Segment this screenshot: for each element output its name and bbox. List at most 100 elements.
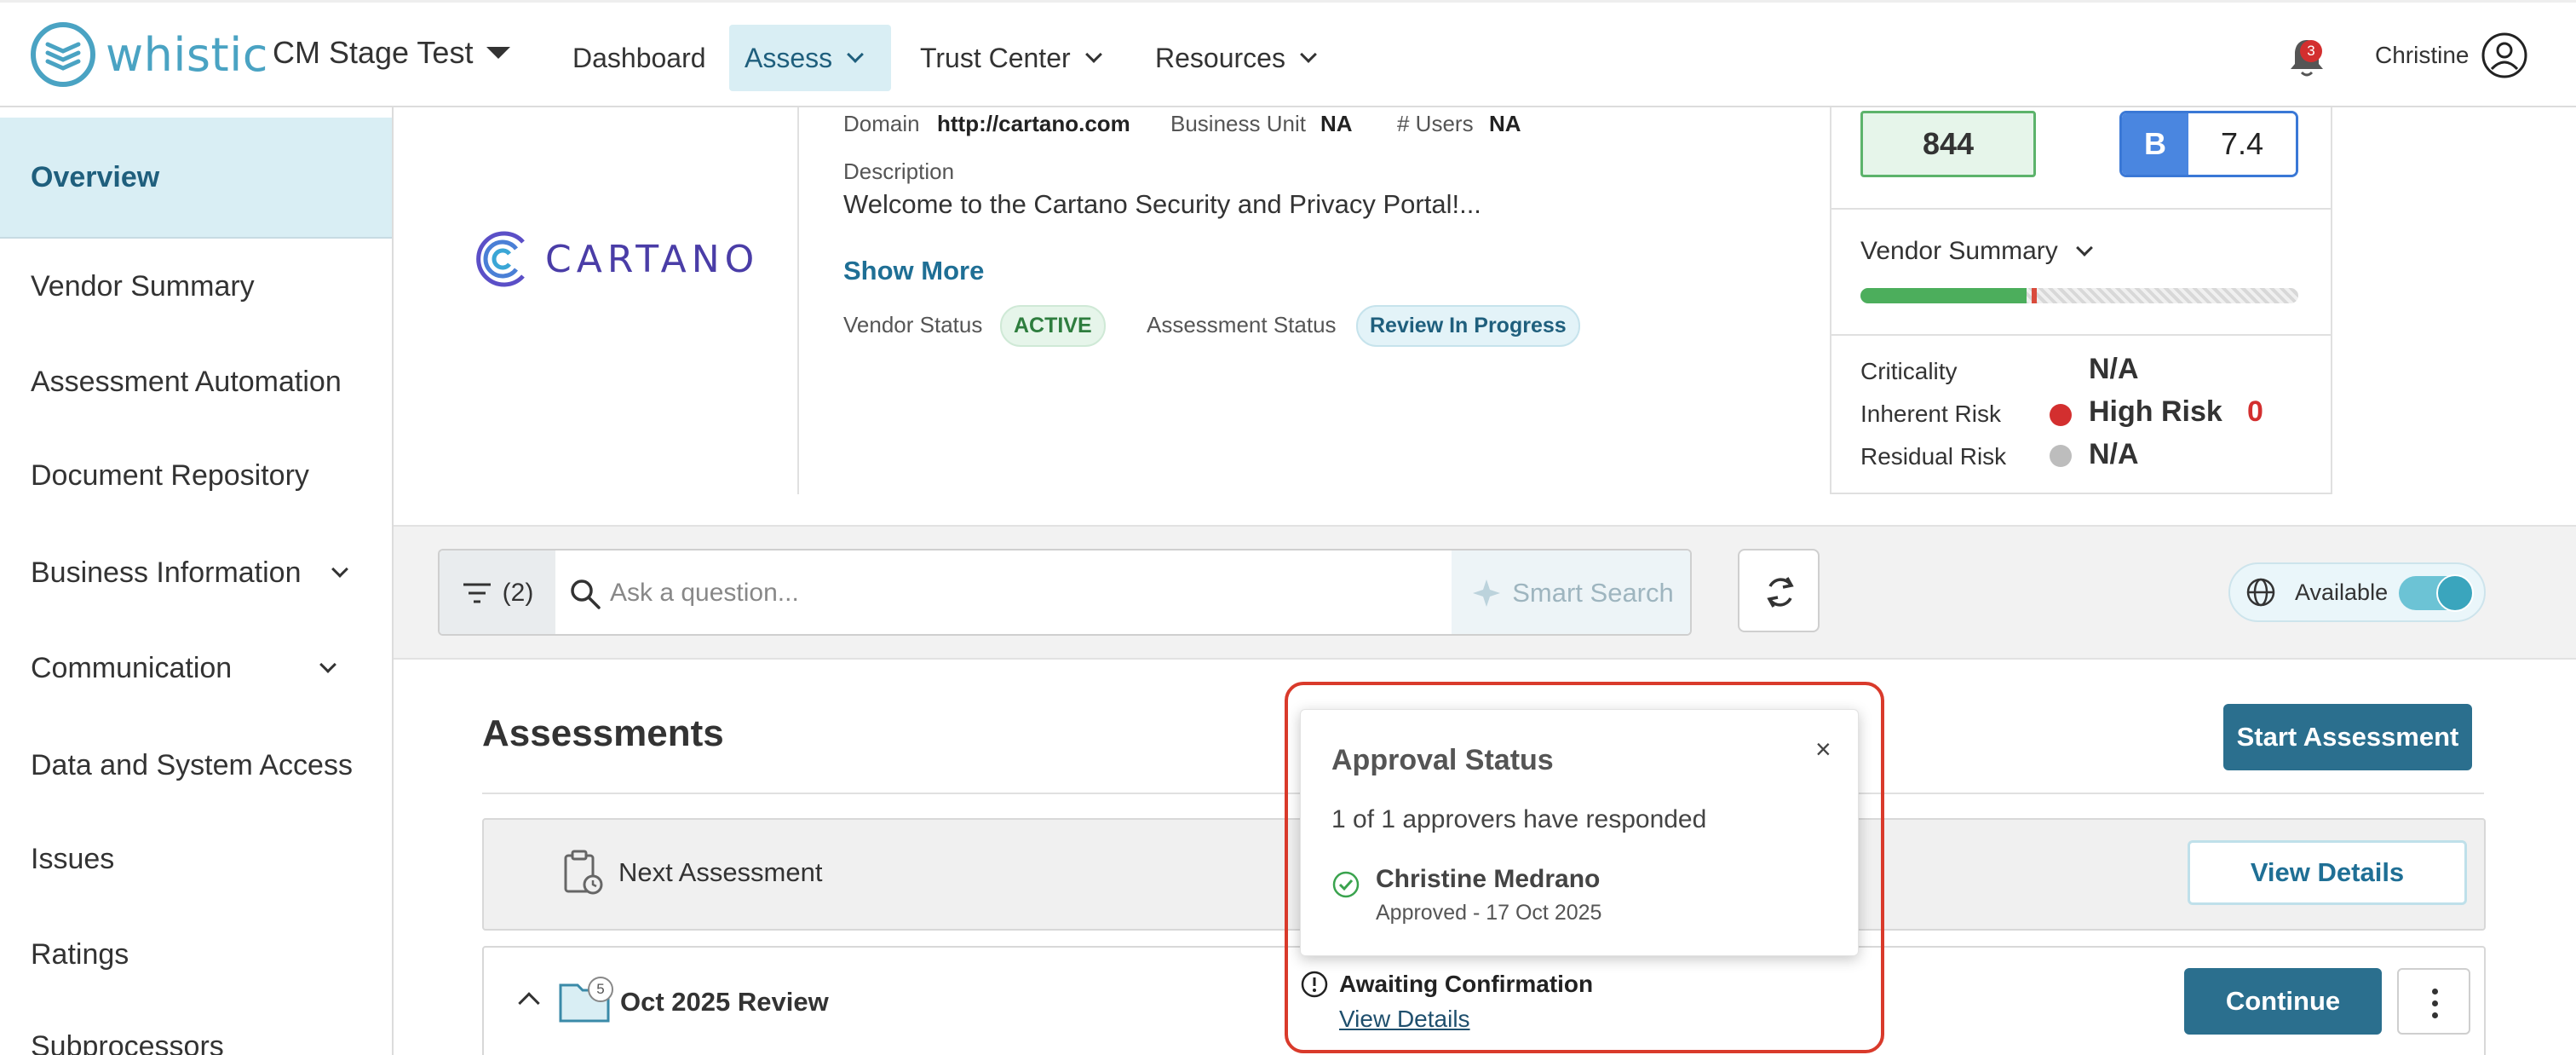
residual-risk-label: Residual Risk: [1860, 443, 2007, 470]
chevron-down-icon: [2075, 239, 2093, 257]
sidebar-item-issues[interactable]: Issues: [0, 811, 392, 907]
logo-wordmark: whistic: [106, 27, 268, 82]
sidebar-item-assessment-automation[interactable]: Assessment Automation: [0, 334, 392, 429]
divider: [1831, 208, 2331, 210]
more-options-button[interactable]: [2397, 968, 2470, 1035]
sidebar-item-label: Subprocessors: [31, 1029, 224, 1055]
close-icon[interactable]: ×: [1815, 734, 1831, 765]
security-score[interactable]: 844: [1860, 111, 2036, 177]
criticality-label: Criticality: [1860, 358, 1958, 384]
sidebar-item-overview[interactable]: Overview: [0, 118, 392, 239]
inherent-risk-value: High Risk: [2089, 395, 2222, 428]
notification-badge: 3: [2300, 40, 2322, 62]
nav-trust-center-label: Trust Center: [920, 42, 1071, 73]
chevron-down-icon: [319, 656, 337, 673]
popover-title: Approval Status: [1331, 744, 1554, 776]
progress-complete: [1860, 288, 2027, 303]
cartano-logo-icon: [476, 231, 525, 287]
vendor-summary-label: Vendor Summary: [1860, 237, 2058, 265]
filter-count: (2): [502, 579, 534, 607]
vendor-status-label: Vendor Status: [843, 312, 983, 337]
vendor-status-badge: ACTIVE: [1000, 305, 1106, 347]
sidebar-item-vendor-summary[interactable]: Vendor Summary: [0, 239, 392, 334]
toggle-switch[interactable]: [2399, 574, 2474, 612]
description-text: Welcome to the Cartano Security and Priv…: [843, 189, 1481, 219]
whistic-logo[interactable]: whistic: [29, 20, 268, 89]
assessment-name[interactable]: Oct 2025 Review: [620, 987, 829, 1018]
toggle-knob: [2436, 574, 2474, 612]
globe-icon: [2246, 578, 2275, 607]
next-assessment-label: Next Assessment: [618, 857, 823, 887]
search-input[interactable]: [610, 576, 1428, 610]
availability-toggle[interactable]: Available: [2228, 562, 2486, 622]
kebab-dot: [2432, 1000, 2438, 1006]
nav-resources[interactable]: Resources: [1140, 25, 1330, 91]
divider: [1831, 334, 2331, 336]
rating-grade[interactable]: B 7.4: [2119, 111, 2298, 177]
org-name: CM Stage Test: [273, 35, 474, 70]
vendor-logo-text: CARTANO: [545, 237, 760, 281]
sidebar-item-label: Issues: [31, 842, 115, 875]
inherent-risk-dot: [2050, 404, 2072, 426]
search-bar: (2) Smart Search: [438, 549, 1692, 636]
view-details-button[interactable]: View Details: [2188, 840, 2467, 905]
show-more-link[interactable]: Show More: [843, 256, 984, 286]
refresh-button[interactable]: [1738, 549, 1820, 632]
kebab-dot: [2432, 1012, 2438, 1018]
sidebar-item-document-repository[interactable]: Document Repository: [0, 428, 392, 523]
chevron-down-icon: [331, 561, 348, 578]
approvers-summary: 1 of 1 approvers have responded: [1331, 805, 1707, 833]
approval-status-popover: Approval Status × 1 of 1 approvers have …: [1300, 709, 1859, 956]
top-nav: whistic CM Stage Test Dashboard Assess T…: [0, 0, 2576, 107]
start-assessment-button[interactable]: Start Assessment: [2223, 704, 2472, 770]
chevron-down-icon: [1300, 46, 1317, 63]
residual-risk-value: N/A: [2089, 438, 2139, 470]
sidebar-item-communication[interactable]: Communication: [0, 620, 392, 716]
chevron-down-icon: [1084, 46, 1102, 63]
sidebar-item-label: Vendor Summary: [31, 269, 255, 303]
smart-search-label: Smart Search: [1512, 578, 1674, 608]
grade-value: 7.4: [2188, 113, 2296, 175]
sidebar-item-data-system-access[interactable]: Data and System Access: [0, 718, 392, 813]
smart-search-button[interactable]: Smart Search: [1452, 551, 1690, 634]
domain-value[interactable]: http://cartano.com: [937, 111, 1130, 137]
nav-assess[interactable]: Assess: [729, 25, 891, 91]
sidebar-item-ratings[interactable]: Ratings: [0, 907, 392, 1002]
grade-letter: B: [2122, 113, 2188, 175]
org-switcher[interactable]: CM Stage Test: [273, 35, 511, 71]
progress-issue-marker: [2032, 288, 2038, 303]
sidebar-item-label: Assessment Automation: [31, 365, 342, 398]
nav-dashboard-label: Dashboard: [572, 42, 706, 73]
domain-label: Domain: [843, 111, 920, 136]
availability-label: Available: [2295, 579, 2389, 605]
sidebar-item-subprocessors[interactable]: Subprocessors: [0, 999, 392, 1055]
assessment-status-label: Assessment Status: [1147, 312, 1337, 337]
sparkle-icon: [1473, 579, 1501, 607]
vendor-summary-dropdown[interactable]: Vendor Summary: [1860, 237, 2093, 266]
business-unit-label: Business Unit: [1170, 111, 1306, 136]
nav-trust-center[interactable]: Trust Center: [905, 25, 1115, 91]
sidebar-item-label: Overview: [31, 160, 160, 193]
description-label: Description: [843, 159, 955, 184]
users-label: # Users: [1397, 111, 1474, 136]
residual-risk-dot: [2050, 445, 2072, 467]
nav-resources-label: Resources: [1155, 42, 1285, 73]
check-circle-icon: [1332, 871, 1360, 898]
search-icon: [571, 579, 601, 609]
inherent-risk-label: Inherent Risk: [1860, 401, 2001, 427]
approver-status: Approved - 17 Oct 2025: [1376, 901, 1602, 925]
avatar-icon[interactable]: [2481, 32, 2528, 79]
business-unit-value: NA: [1320, 111, 1353, 136]
filter-button[interactable]: (2): [440, 551, 555, 634]
continue-button[interactable]: Continue: [2184, 968, 2382, 1035]
sidebar-item-label: Ratings: [31, 937, 129, 971]
sidebar-item-label: Data and System Access: [31, 748, 353, 781]
vendor-logo: CARTANO: [467, 223, 759, 295]
assessments-title: Assessments: [482, 712, 724, 754]
approver-name: Christine Medrano: [1376, 865, 1601, 893]
nav-dashboard[interactable]: Dashboard: [557, 25, 722, 91]
user-name[interactable]: Christine: [2375, 42, 2469, 69]
divider: [797, 107, 799, 494]
filter-icon: [463, 583, 491, 603]
sidebar-item-business-information[interactable]: Business Information: [0, 525, 392, 620]
